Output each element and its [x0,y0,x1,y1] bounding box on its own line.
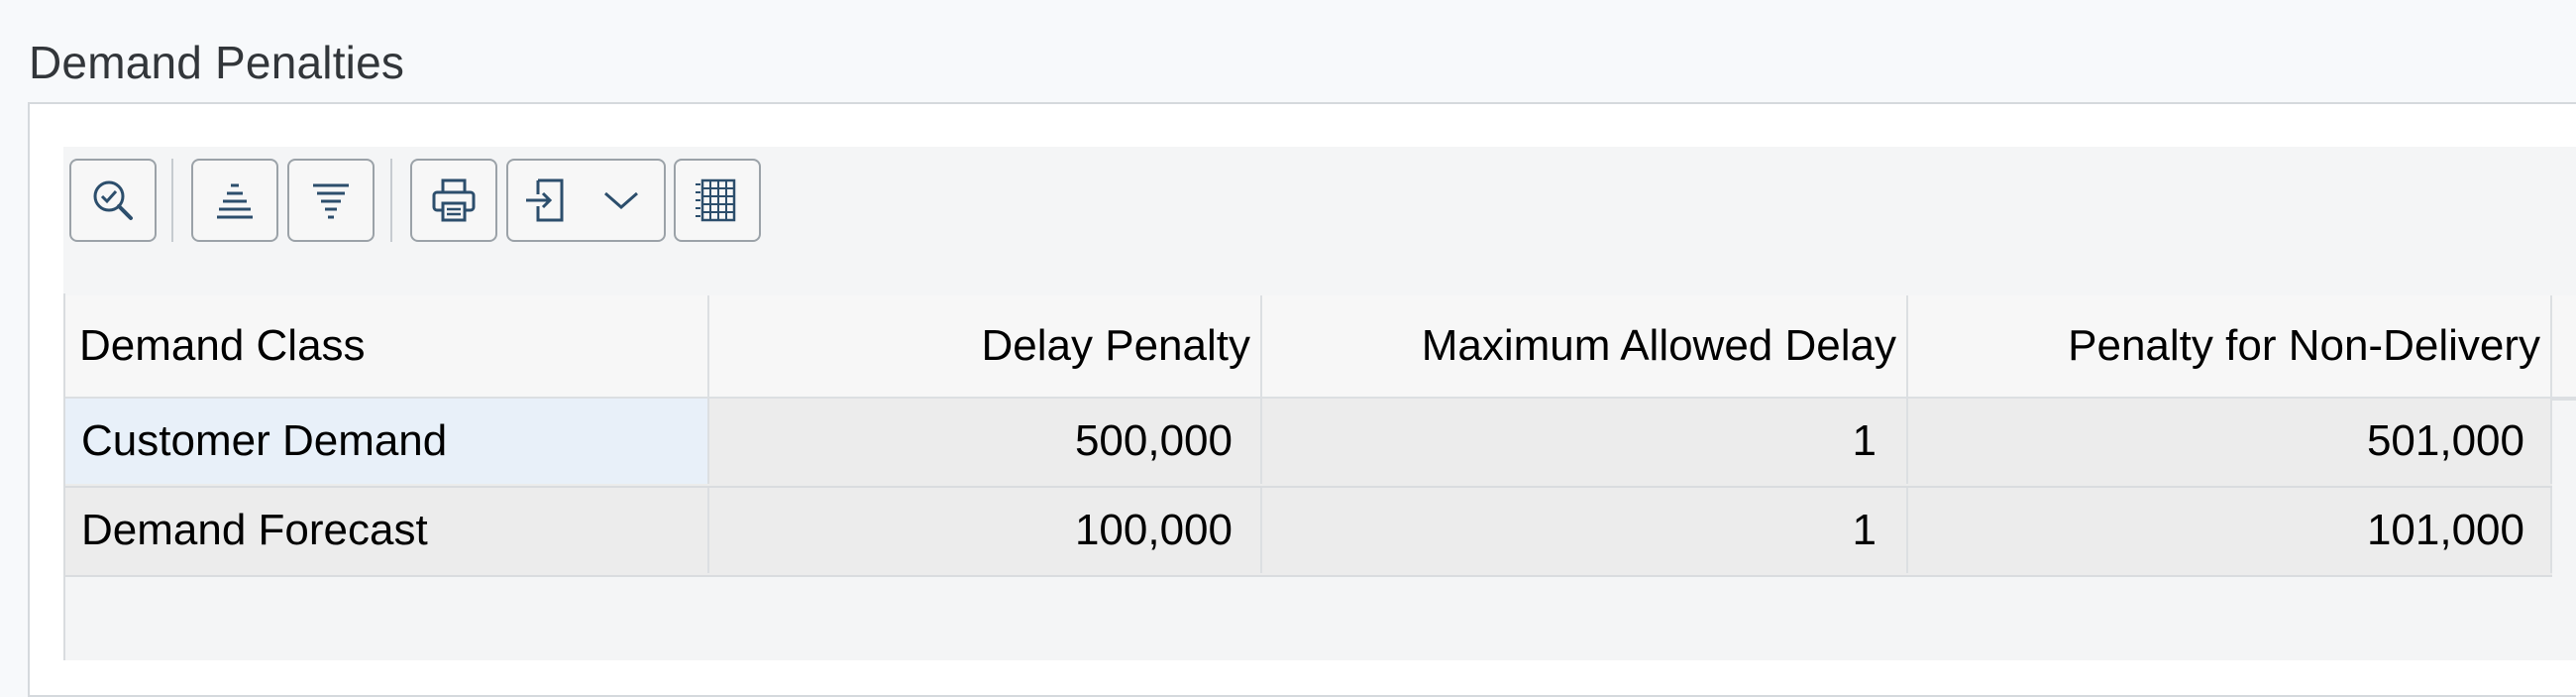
sort-descending-button[interactable] [287,159,375,242]
sort-ascending-icon [217,183,253,219]
table-grid-icon [696,178,736,222]
cell-demand-class[interactable]: Demand Forecast [65,488,709,573]
cell-maximum-allowed-delay[interactable]: 1 [1262,399,1908,484]
table-header-row: Demand Class Delay Penalty Maximum Allow… [65,295,2576,401]
export-icon [526,178,564,222]
magnifier-check-icon [93,180,133,220]
sort-ascending-button[interactable] [191,159,278,242]
chevron-down-icon[interactable] [601,185,641,215]
sort-descending-icon [313,183,349,219]
cell-penalty-non-delivery[interactable]: 501,000 [1908,399,2552,484]
printer-icon [432,178,476,222]
layout-button[interactable] [674,159,761,242]
section-title: Demand Penalties [29,37,405,88]
column-header-penalty-non-delivery[interactable]: Penalty for Non-Delivery [1908,295,2552,397]
print-button[interactable] [410,159,497,242]
column-header-delay-penalty[interactable]: Delay Penalty [709,295,1262,397]
cell-maximum-allowed-delay[interactable]: 1 [1262,488,1908,573]
table-row[interactable]: Customer Demand 500,000 1 501,000 [65,399,2552,488]
cell-delay-penalty[interactable]: 500,000 [709,399,1262,484]
details-button[interactable] [69,159,157,242]
cell-penalty-non-delivery[interactable]: 101,000 [1908,488,2552,573]
toolbar-separator [390,159,392,242]
cell-delay-penalty[interactable]: 100,000 [709,488,1262,573]
cell-demand-class[interactable]: Customer Demand [65,399,709,484]
column-header-maximum-allowed-delay[interactable]: Maximum Allowed Delay [1262,295,1908,397]
table-row[interactable]: Demand Forecast 100,000 1 101,000 [65,488,2552,577]
column-header-demand-class[interactable]: Demand Class [65,295,709,397]
toolbar-separator [171,159,173,242]
export-button[interactable] [506,159,666,242]
